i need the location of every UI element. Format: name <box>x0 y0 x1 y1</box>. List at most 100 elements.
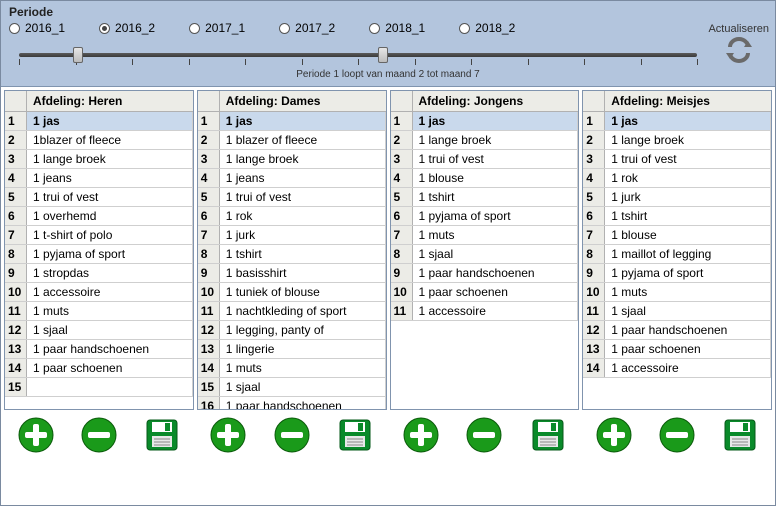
row-value[interactable]: 1 nachtkleding of sport <box>220 302 386 320</box>
periode-radio-2018_2[interactable]: 2018_2 <box>459 21 515 35</box>
column-header[interactable]: Afdeling: Jongens <box>413 91 579 112</box>
slider-thumb-low[interactable] <box>73 47 83 63</box>
row-value[interactable]: 1 muts <box>413 226 579 244</box>
table-row[interactable]: 111 accessoire <box>391 302 579 321</box>
table-row[interactable]: 121 legging, panty of <box>198 321 386 340</box>
row-value[interactable] <box>27 378 193 396</box>
row-value[interactable]: 1blazer of fleece <box>27 131 193 149</box>
table-row[interactable]: 31 lange broek <box>5 150 193 169</box>
table-row[interactable]: 81 tshirt <box>198 245 386 264</box>
row-value[interactable]: 1 trui of vest <box>413 150 579 168</box>
row-value[interactable]: 1 jas <box>220 112 386 130</box>
table-row[interactable]: 61 overhemd <box>5 207 193 226</box>
row-value[interactable]: 1 lange broek <box>220 150 386 168</box>
periode-radio-2017_2[interactable]: 2017_2 <box>279 21 335 35</box>
row-value[interactable]: 1 jas <box>605 112 771 130</box>
table-row[interactable]: 151 sjaal <box>198 378 386 397</box>
actualiseren-block[interactable]: Actualiseren <box>708 23 769 66</box>
row-value[interactable]: 1 jeans <box>220 169 386 187</box>
periode-radio-2016_2[interactable]: 2016_2 <box>99 21 155 35</box>
table-row[interactable]: 41 jeans <box>198 169 386 188</box>
row-value[interactable]: 1 overhemd <box>27 207 193 225</box>
row-value[interactable]: 1 sjaal <box>605 302 771 320</box>
row-value[interactable]: 1 pyjama of sport <box>605 264 771 282</box>
slider-thumb-high[interactable] <box>378 47 388 63</box>
grid-body[interactable]: 11 jas21 lange broek31 trui of vest41 ro… <box>583 112 771 409</box>
table-row[interactable]: 141 muts <box>198 359 386 378</box>
row-value[interactable]: 1 accessoire <box>413 302 579 320</box>
table-row[interactable]: 111 muts <box>5 302 193 321</box>
table-row[interactable]: 11 jas <box>583 112 771 131</box>
row-value[interactable]: 1 trui of vest <box>605 150 771 168</box>
row-value[interactable]: 1 trui of vest <box>27 188 193 206</box>
table-row[interactable]: 51 tshirt <box>391 188 579 207</box>
row-value[interactable]: 1 jas <box>27 112 193 130</box>
periode-slider[interactable] <box>19 45 697 67</box>
table-row[interactable]: 91 stropdas <box>5 264 193 283</box>
table-row[interactable]: 141 accessoire <box>583 359 771 378</box>
row-value[interactable]: 1 tshirt <box>413 188 579 206</box>
table-row[interactable]: 71 t-shirt of polo <box>5 226 193 245</box>
table-row[interactable]: 101 tuniek of blouse <box>198 283 386 302</box>
grid-body[interactable]: 11 jas21 lange broek31 trui of vest41 bl… <box>391 112 579 409</box>
table-row[interactable]: 91 paar handschoenen <box>391 264 579 283</box>
row-value[interactable]: 1 pyjama of sport <box>413 207 579 225</box>
table-row[interactable]: 51 jurk <box>583 188 771 207</box>
column-header[interactable]: Afdeling: Dames <box>220 91 386 112</box>
row-value[interactable]: 1 accessoire <box>27 283 193 301</box>
save-button[interactable] <box>143 416 181 457</box>
add-button[interactable] <box>595 416 633 457</box>
row-value[interactable]: 1 lange broek <box>413 131 579 149</box>
row-value[interactable]: 1 rok <box>605 169 771 187</box>
remove-button[interactable] <box>465 416 503 457</box>
table-row[interactable]: 71 muts <box>391 226 579 245</box>
row-value[interactable]: 1 muts <box>220 359 386 377</box>
column-header[interactable]: Afdeling: Meisjes <box>605 91 771 112</box>
table-row[interactable]: 81 pyjama of sport <box>5 245 193 264</box>
add-button[interactable] <box>17 416 55 457</box>
table-row[interactable]: 61 tshirt <box>583 207 771 226</box>
table-row[interactable]: 41 blouse <box>391 169 579 188</box>
row-value[interactable]: 1 rok <box>220 207 386 225</box>
row-value[interactable]: 1 jas <box>413 112 579 130</box>
table-row[interactable]: 131 paar schoenen <box>583 340 771 359</box>
row-value[interactable]: 1 paar handschoenen <box>27 340 193 358</box>
row-value[interactable]: 1 tuniek of blouse <box>220 283 386 301</box>
row-value[interactable]: 1 paar schoenen <box>605 340 771 358</box>
remove-button[interactable] <box>658 416 696 457</box>
save-button[interactable] <box>336 416 374 457</box>
row-value[interactable]: 1 tshirt <box>220 245 386 263</box>
column-header[interactable]: Afdeling: Heren <box>27 91 193 112</box>
table-row[interactable]: 111 nachtkleding of sport <box>198 302 386 321</box>
grid-body[interactable]: 11 jas21 blazer of fleece31 lange broek4… <box>198 112 386 409</box>
row-value[interactable]: 1 jurk <box>220 226 386 244</box>
table-row[interactable]: 71 jurk <box>198 226 386 245</box>
add-button[interactable] <box>209 416 247 457</box>
table-row[interactable]: 91 basisshirt <box>198 264 386 283</box>
table-row[interactable]: 21 lange broek <box>391 131 579 150</box>
row-value[interactable]: 1 blazer of fleece <box>220 131 386 149</box>
add-button[interactable] <box>402 416 440 457</box>
save-button[interactable] <box>721 416 759 457</box>
table-row[interactable]: 91 pyjama of sport <box>583 264 771 283</box>
periode-radio-2016_1[interactable]: 2016_1 <box>9 21 65 35</box>
table-row[interactable]: 11 jas <box>5 112 193 131</box>
table-row[interactable]: 21 lange broek <box>583 131 771 150</box>
table-row[interactable]: 61 rok <box>198 207 386 226</box>
table-row[interactable]: 121 sjaal <box>5 321 193 340</box>
table-row[interactable]: 31 trui of vest <box>583 150 771 169</box>
grid-body[interactable]: 11 jas21blazer of fleece31 lange broek41… <box>5 112 193 409</box>
table-row[interactable]: 111 sjaal <box>583 302 771 321</box>
table-row[interactable]: 101 accessoire <box>5 283 193 302</box>
table-row[interactable]: 11 jas <box>391 112 579 131</box>
refresh-icon[interactable] <box>708 37 769 66</box>
row-value[interactable]: 1 blouse <box>413 169 579 187</box>
table-row[interactable]: 41 rok <box>583 169 771 188</box>
row-value[interactable]: 1 accessoire <box>605 359 771 377</box>
row-value[interactable]: 1 basisshirt <box>220 264 386 282</box>
table-row[interactable]: 51 trui of vest <box>198 188 386 207</box>
row-value[interactable]: 1 lange broek <box>605 131 771 149</box>
table-row[interactable]: 61 pyjama of sport <box>391 207 579 226</box>
table-row[interactable]: 81 maillot of legging <box>583 245 771 264</box>
row-value[interactable]: 1 sjaal <box>413 245 579 263</box>
